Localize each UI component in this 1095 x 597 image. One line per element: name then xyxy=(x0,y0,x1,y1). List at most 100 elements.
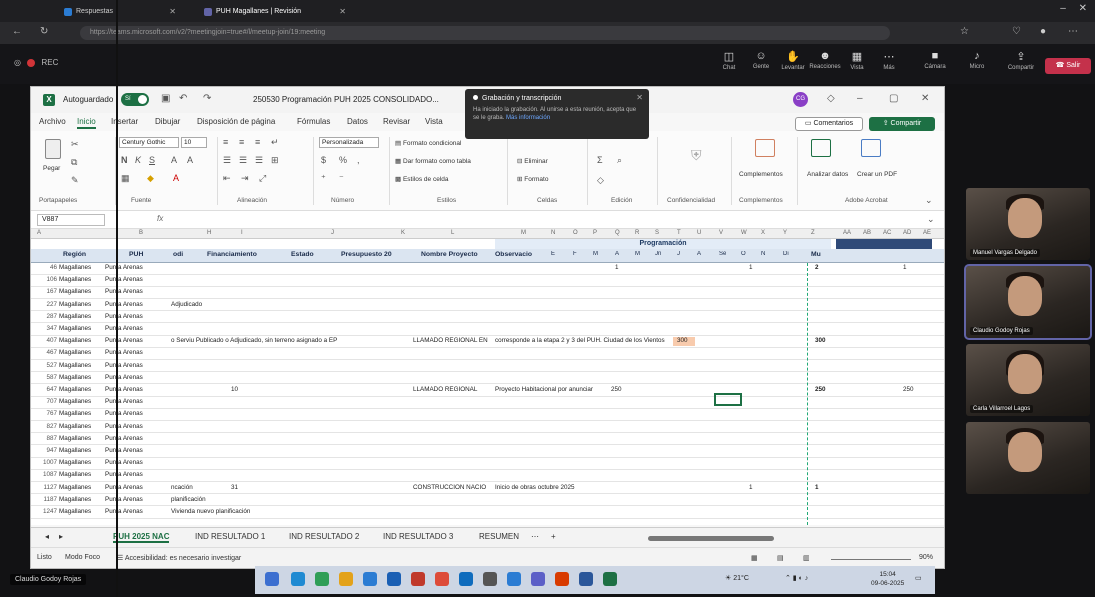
table-format-button[interactable]: ▦ Dar formato como tabla xyxy=(395,157,471,165)
header-month[interactable]: F xyxy=(573,251,577,257)
row-number[interactable]: 1247 xyxy=(35,508,57,515)
outdent-icon[interactable]: ⇥ xyxy=(241,173,249,184)
header-presupuesto[interactable]: Presupuesto 20 xyxy=(341,251,392,258)
font-color-icon[interactable]: A xyxy=(173,173,179,183)
more-info-link[interactable]: Más información xyxy=(506,115,550,121)
acrobat-icon[interactable] xyxy=(411,572,425,586)
percent-icon[interactable]: % xyxy=(339,155,347,165)
weather-widget[interactable]: ☀ 21°C xyxy=(725,574,749,582)
column-letter[interactable]: O xyxy=(573,230,578,236)
browser-tab[interactable]: Respuestas ✕ xyxy=(60,4,180,20)
column-letter[interactable]: L xyxy=(451,230,454,236)
fill-color-icon[interactable]: ◆ xyxy=(147,173,154,184)
tab-disposicion[interactable]: Disposición de página xyxy=(197,117,275,126)
view-button[interactable]: ▦ Vista xyxy=(840,50,874,71)
undo-icon[interactable]: ↶ xyxy=(179,93,187,104)
align-bottom-icon[interactable]: ≡ xyxy=(255,137,260,147)
header-region[interactable]: Región xyxy=(63,251,86,258)
bold-icon[interactable]: N xyxy=(121,155,128,165)
header-estado[interactable]: Estado xyxy=(291,251,314,258)
taskview-icon[interactable] xyxy=(291,572,305,586)
share-button[interactable]: ⇪ Compartir xyxy=(1004,50,1038,71)
participant-tile-speaking[interactable]: Claudio Godoy Rojas xyxy=(964,264,1092,340)
row-number[interactable]: 407 xyxy=(35,337,57,344)
column-letter[interactable]: J xyxy=(331,230,334,236)
column-letter[interactable]: B xyxy=(139,230,143,236)
powerpoint-icon[interactable] xyxy=(555,572,569,586)
minimize-icon[interactable]: – xyxy=(1060,3,1066,14)
outlook-icon[interactable] xyxy=(363,572,377,586)
participant-tile[interactable] xyxy=(966,422,1090,494)
collapse-ribbon-icon[interactable]: ⌄ xyxy=(925,195,933,206)
row-number[interactable]: 1187 xyxy=(35,496,57,503)
chrome-icon[interactable] xyxy=(435,572,449,586)
zoom-slider[interactable] xyxy=(831,559,911,560)
copilot-icon[interactable]: ◎ xyxy=(14,58,21,67)
header-financiamiento[interactable]: Financiamiento xyxy=(207,251,257,258)
column-letter[interactable]: M xyxy=(521,230,526,236)
align-middle-icon[interactable]: ≡ xyxy=(239,137,244,147)
font-size-select[interactable]: 10 xyxy=(181,137,207,148)
column-letter[interactable]: AB xyxy=(863,230,871,236)
wrap-text-icon[interactable]: ↵ xyxy=(271,137,279,148)
column-letter[interactable]: Y xyxy=(783,230,787,236)
diamond-icon[interactable]: ◇ xyxy=(827,93,835,104)
notifications-icon[interactable]: ▭ xyxy=(915,574,922,582)
column-letter[interactable]: AE xyxy=(923,230,931,236)
autosum-icon[interactable]: Σ xyxy=(597,155,603,165)
tab-inicio[interactable]: Inicio xyxy=(77,117,96,129)
header-month[interactable]: Se xyxy=(719,251,726,257)
camera-button[interactable]: ■ Cámara xyxy=(918,50,952,70)
row-number[interactable]: 167 xyxy=(35,288,57,295)
header-nombre-proyecto[interactable]: Nombre Proyecto xyxy=(421,251,478,258)
close-tab-icon[interactable]: ✕ xyxy=(339,4,346,20)
header-month[interactable]: O xyxy=(741,251,746,257)
header-month[interactable]: M xyxy=(593,251,598,257)
row-number[interactable]: 1087 xyxy=(35,471,57,478)
format-painter-icon[interactable]: ✎ xyxy=(71,175,79,186)
close-notification-icon[interactable]: ✕ xyxy=(636,93,643,102)
app-icon[interactable] xyxy=(531,572,545,586)
more-sheets-icon[interactable]: ⋯ xyxy=(531,532,539,541)
tab-revisar[interactable]: Revisar xyxy=(383,117,410,126)
browser-tab-active[interactable]: PUH Magallanes | Revisión ✕ xyxy=(200,4,350,20)
underline-icon[interactable]: S xyxy=(149,155,155,165)
prev-sheet-icon[interactable]: ◂ xyxy=(45,532,49,541)
row-number[interactable]: 227 xyxy=(35,301,57,308)
addins-icon[interactable] xyxy=(755,139,775,157)
sheet-tab-resumen[interactable]: RESUMEN xyxy=(479,532,519,541)
focus-mode-button[interactable]: Modo Foco xyxy=(65,554,100,561)
row-number[interactable]: 827 xyxy=(35,423,57,430)
column-letter[interactable]: AD xyxy=(903,230,911,236)
row-number[interactable]: 647 xyxy=(35,386,57,393)
excel-taskbar-icon[interactable] xyxy=(603,572,617,586)
chat-button[interactable]: ◫ Chat xyxy=(712,50,746,71)
more-button[interactable]: ⋯ Más xyxy=(872,50,906,71)
column-letter[interactable]: W xyxy=(741,230,747,236)
decrease-decimal-icon[interactable]: ⁻ xyxy=(339,173,344,184)
column-letter[interactable]: Q xyxy=(615,230,620,236)
align-center-icon[interactable]: ☰ xyxy=(239,155,247,166)
tab-datos[interactable]: Datos xyxy=(347,117,368,126)
app-icon[interactable] xyxy=(483,572,497,586)
start-icon[interactable] xyxy=(265,572,279,586)
column-letter[interactable]: K xyxy=(401,230,405,236)
sheet-tab-puh-2025-nac[interactable]: PUH 2025 NAC xyxy=(113,532,170,543)
column-letter[interactable]: A xyxy=(37,230,41,236)
row-number[interactable]: 947 xyxy=(35,447,57,454)
addins-button[interactable]: Complementos xyxy=(739,171,783,178)
edge-icon[interactable] xyxy=(459,572,473,586)
url-field[interactable]: https://teams.microsoft.com/v2/?meetingj… xyxy=(80,26,890,40)
raise-hand-button[interactable]: ✋ Levantar xyxy=(776,50,810,71)
close-excel-icon[interactable]: ✕ xyxy=(921,93,929,104)
fx-icon[interactable]: fx xyxy=(157,214,163,223)
italic-icon[interactable]: K xyxy=(135,155,141,165)
header-month[interactable]: J xyxy=(677,251,680,257)
orientation-icon[interactable]: ⤢ xyxy=(259,173,266,184)
align-top-icon[interactable]: ≡ xyxy=(223,137,228,147)
row-number[interactable]: 46 xyxy=(35,264,57,271)
save-icon[interactable]: ▣ xyxy=(161,93,170,104)
people-button[interactable]: ☺ Gente xyxy=(744,50,778,70)
paste-icon[interactable] xyxy=(45,139,61,159)
user-avatar[interactable]: CG xyxy=(793,92,808,107)
